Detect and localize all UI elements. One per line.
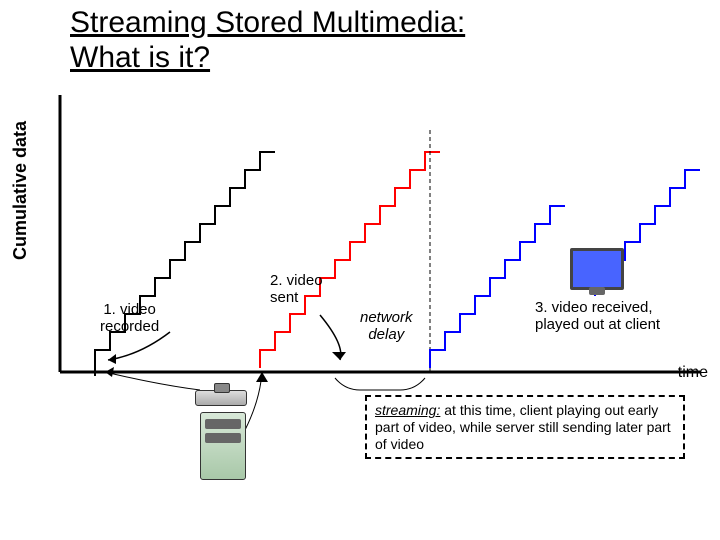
- label-video-received: 3. video received, played out at client: [535, 300, 660, 333]
- label-network-delay: network delay: [360, 310, 413, 343]
- label-video-received-l1: 3. video received,: [535, 299, 653, 316]
- note-lead: streaming:: [375, 402, 440, 418]
- label-video-received-l2: played out at client: [535, 316, 660, 333]
- label-video-recorded: 1. video recorded: [100, 302, 159, 335]
- label-video-recorded-l2: recorded: [100, 318, 159, 335]
- label-video-sent-l1: 2. video: [270, 272, 323, 289]
- label-video-sent: 2. video sent: [270, 273, 323, 306]
- monitor-icon: [570, 248, 624, 290]
- label-video-sent-l2: sent: [270, 289, 298, 306]
- label-network-delay-l2: delay: [368, 326, 404, 343]
- label-video-recorded-l1: 1. video: [103, 301, 156, 318]
- camera-icon: [195, 390, 247, 406]
- label-network-delay-l1: network: [360, 309, 413, 326]
- streaming-note: streaming: at this time, client playing …: [365, 395, 685, 459]
- server-icon: [200, 412, 246, 480]
